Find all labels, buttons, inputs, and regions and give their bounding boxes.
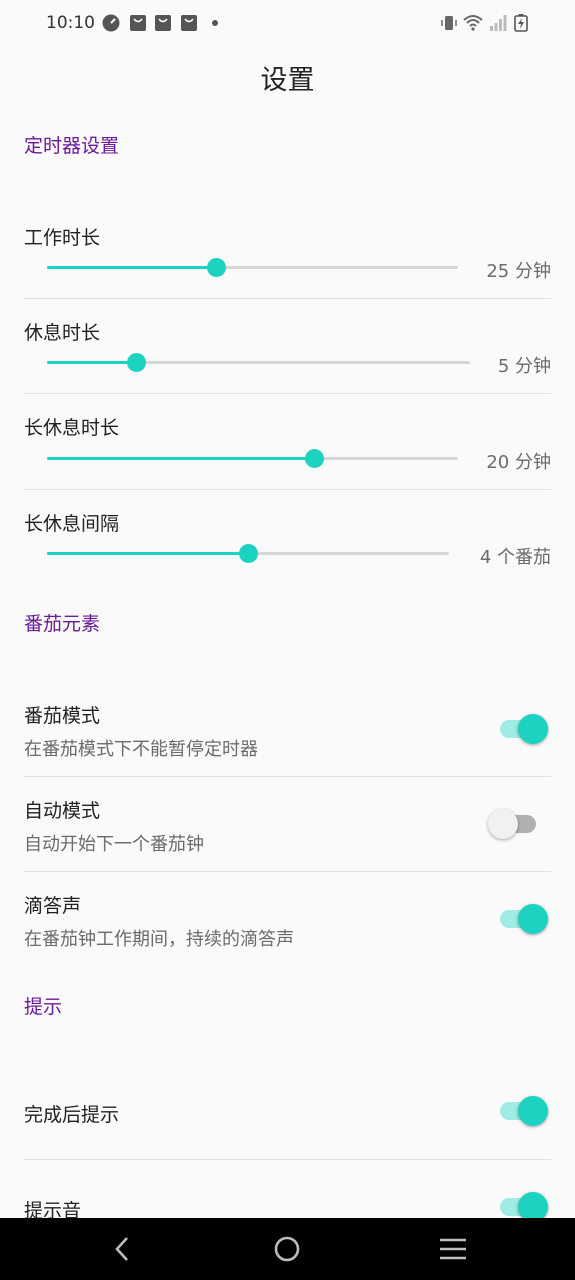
ticking-sound-subtitle: 在番茄钟工作期间，持续的滴答声 <box>24 929 294 950</box>
back-icon <box>115 1237 128 1261</box>
tomato-mode-switch[interactable] <box>500 714 548 744</box>
section-header-hint: 提示 <box>24 996 63 1018</box>
divider <box>24 393 551 394</box>
more-dot-icon <box>212 20 218 26</box>
status-time: 10:10 <box>46 13 95 33</box>
notification-bag-icon <box>181 15 197 31</box>
ticking-sound-switch[interactable] <box>500 904 548 934</box>
long-break-interval-slider[interactable] <box>47 541 449 567</box>
section-header-tomato: 番茄元素 <box>24 613 101 635</box>
switch-thumb <box>488 809 518 839</box>
signal-icon <box>490 15 507 31</box>
work-duration-slider[interactable] <box>47 255 458 281</box>
auto-mode-title: 自动模式 <box>24 800 101 822</box>
vibrate-icon <box>441 16 457 30</box>
slider-fill <box>47 361 136 364</box>
section-header-timer: 定时器设置 <box>24 135 120 157</box>
switch-thumb <box>518 904 548 934</box>
finish-hint-switch[interactable] <box>500 1096 548 1126</box>
long-break-duration-title: 长休息时长 <box>24 417 120 439</box>
divider <box>24 489 551 490</box>
notification-bag-icon <box>130 15 146 31</box>
break-duration-title: 休息时长 <box>24 322 101 344</box>
slider-thumb[interactable] <box>239 544 258 563</box>
divider <box>24 776 551 777</box>
long-break-interval-value: 4 个番茄 <box>479 547 551 568</box>
divider <box>24 298 551 299</box>
menu-icon <box>440 1238 466 1260</box>
switch-thumb <box>518 714 548 744</box>
long-break-interval-title: 长休息间隔 <box>24 513 120 535</box>
long-break-duration-slider[interactable] <box>47 446 458 472</box>
home-button[interactable] <box>247 1218 327 1280</box>
auto-mode-subtitle: 自动开始下一个番茄钟 <box>24 834 204 855</box>
slider-fill <box>47 266 216 269</box>
work-duration-title: 工作时长 <box>24 227 101 249</box>
tomato-mode-title: 番茄模式 <box>24 705 101 727</box>
divider <box>24 871 551 872</box>
ticking-sound-title: 滴答声 <box>24 895 82 917</box>
home-icon <box>274 1236 300 1262</box>
battery-charging-icon <box>514 14 528 32</box>
break-duration-slider[interactable] <box>47 350 470 376</box>
finish-hint-title: 完成后提示 <box>24 1104 120 1126</box>
long-break-duration-value: 20 分钟 <box>486 452 551 473</box>
divider <box>24 1159 551 1160</box>
slider-thumb[interactable] <box>305 449 324 468</box>
speedometer-icon <box>102 14 120 32</box>
break-duration-value: 5 分钟 <box>497 356 551 377</box>
menu-button[interactable] <box>413 1218 493 1280</box>
slider-fill <box>47 552 248 555</box>
work-duration-value: 25 分钟 <box>486 261 551 282</box>
tomato-mode-subtitle: 在番茄模式下不能暂停定时器 <box>24 739 258 760</box>
page-title: 设置 <box>260 65 315 96</box>
status-bar: 10:10 <box>0 0 575 48</box>
navigation-bar <box>0 1218 575 1280</box>
slider-thumb[interactable] <box>207 258 226 277</box>
notification-bag-icon <box>155 15 171 31</box>
back-button[interactable] <box>82 1218 162 1280</box>
slider-fill <box>47 457 314 460</box>
switch-thumb <box>518 1096 548 1126</box>
slider-thumb[interactable] <box>127 353 146 372</box>
wifi-icon <box>463 15 483 31</box>
auto-mode-switch[interactable] <box>488 809 536 839</box>
